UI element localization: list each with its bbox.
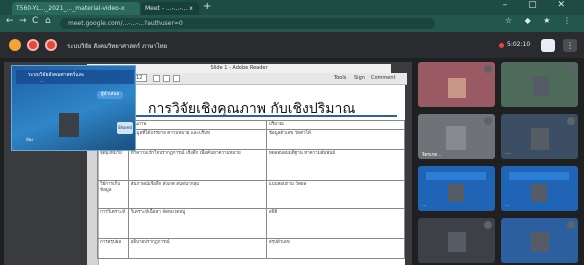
participant-name: .... <box>505 151 511 156</box>
address-bar-row: ← → C ⌂ meet.google.com/...-...-...?auth… <box>0 15 584 32</box>
banner-subtitle: ... <box>40 78 44 83</box>
mic-icon <box>567 65 575 73</box>
participant-tile[interactable]: .... <box>501 114 578 159</box>
browser-tab-bar: T560-YL..._2021_..._material-video-x Mee… <box>0 0 584 15</box>
tab-label: T560-YL..._2021_..._material-video-x <box>16 5 125 12</box>
banner <box>426 172 486 180</box>
tools-menu[interactable]: Tools <box>334 75 346 81</box>
participant-tile[interactable] <box>418 62 495 107</box>
url-field[interactable]: meet.google.com/...-...-...?authuser=0 <box>60 18 435 29</box>
table-cell: จุดมุ่งหมาย <box>97 149 129 181</box>
blurred-face <box>448 232 466 252</box>
self-view-name: ห้อง <box>26 137 33 142</box>
new-tab-button[interactable]: + <box>203 1 211 12</box>
participant-tile[interactable]: ... <box>501 166 578 211</box>
fit-page-icon[interactable] <box>173 75 180 82</box>
shared-chip: Shared <box>117 122 133 134</box>
more-options-button[interactable]: ⋮ <box>563 39 577 52</box>
browser-tab-meet[interactable]: Meet - ...-...-... x <box>141 2 199 15</box>
participant-tile[interactable]: ... <box>418 166 495 211</box>
table-row: วิธีการเก็บข้อมูล สัมภาษณ์เชิงลึก สังเกต… <box>97 180 406 209</box>
table-cell: การสรุปผล <box>97 238 129 259</box>
zoom-in-icon[interactable] <box>163 75 170 82</box>
blurred-face <box>531 184 547 202</box>
home-icon[interactable]: ⌂ <box>45 16 51 26</box>
blurred-face <box>448 184 464 202</box>
zoom-out-icon[interactable] <box>153 75 160 82</box>
sign-menu[interactable]: Sign <box>354 75 365 81</box>
reload-icon[interactable]: C <box>32 16 38 26</box>
participant-tile[interactable] <box>501 218 578 263</box>
blurred-face <box>531 232 549 252</box>
table-header: คุณภาพ <box>127 120 267 130</box>
table-cell: การวิเคราะห์ <box>97 208 129 239</box>
table-cell: วิเคราะห์เนื้อหา จัดหมวดหมู่ <box>127 208 267 239</box>
meeting-title: ระบบวิจัย สังคมวิทยาศาสตร์ ภาษาไทย <box>67 43 168 50</box>
mic-icon <box>567 117 575 125</box>
meet-header: ระบบวิจัย สังคมวิทยาศาสตร์ ภาษาไทย 5:02:… <box>0 32 584 58</box>
table-cell: ทดสอบสมมติฐาน หาความสัมพันธ์ <box>265 149 406 181</box>
forward-icon[interactable]: → <box>19 16 27 26</box>
table-cell: สรุปตัวเลข <box>265 238 406 259</box>
participant-name: ... <box>505 203 510 208</box>
table-row: คุณภาพ ปริมาณ <box>97 120 406 130</box>
window-controls[interactable]: – ▢ ✕ <box>503 0 574 10</box>
mic-icon <box>484 65 492 73</box>
table-cell: ทำความเข้าใจปรากฏการณ์ เชิงลึก เพื่อค้นห… <box>127 149 267 181</box>
blurred-face <box>448 78 466 98</box>
comment-menu[interactable]: Comment <box>371 75 396 81</box>
table-header: ปริมาณ <box>265 120 406 130</box>
table-cell: แบบสอบถาม วัดผล <box>265 180 406 209</box>
participant-tile[interactable] <box>501 62 578 107</box>
comparison-table: คุณภาพ ปริมาณ ข้อมูลที่ได้บรรยาย ความหมา… <box>97 120 406 259</box>
mic-icon <box>484 221 492 229</box>
layout-toggle-button[interactable] <box>541 39 555 52</box>
table-row: จุดมุ่งหมาย ทำความเข้าใจปรากฏการณ์ เชิงล… <box>97 149 406 181</box>
extension-icons[interactable]: ☆ ◆ ★ ⋮ <box>505 16 576 25</box>
back-icon[interactable]: ← <box>6 16 14 26</box>
hand-icon[interactable] <box>9 39 21 51</box>
participant-name: จิตรเกต... <box>422 153 442 158</box>
table-cell: ข้อมูลที่ได้บรรยาย ความหมาย และบริบท <box>127 129 267 150</box>
mic-off-icon[interactable] <box>27 39 39 51</box>
participant-tile[interactable] <box>418 218 495 263</box>
blurred-face <box>533 76 549 96</box>
banner <box>509 172 569 180</box>
banner-title: ระบบวิจัยสังคมศาสตร์และ <box>28 72 85 78</box>
table-row: การวิเคราะห์ วิเคราะห์เนื้อหา จัดหมวดหมู… <box>97 208 406 239</box>
table-row: ข้อมูลที่ได้บรรยาย ความหมาย และบริบท ข้อ… <box>97 129 406 150</box>
blurred-face <box>446 126 466 150</box>
mic-icon <box>567 221 575 229</box>
table-cell: สัมภาษณ์เชิงลึก สังเกต สนทนากลุ่ม <box>127 180 267 209</box>
recording-dot-icon <box>499 43 504 48</box>
participant-name: ... <box>422 203 427 208</box>
mic-icon <box>484 117 492 125</box>
tab-label: Meet - ...-...-... x <box>145 5 193 12</box>
table-cell: อธิบายปรากฏการณ์ <box>127 238 267 259</box>
camera-off-icon[interactable] <box>45 39 57 51</box>
table-cell: สถิติ <box>265 208 406 239</box>
table-cell: ข้อมูลตัวเลข วัดค่าได้ <box>265 129 406 150</box>
presenter-badge: ผู้นำเสนอ <box>97 91 123 99</box>
recording-time: 5:02:10 <box>507 41 531 48</box>
blurred-face <box>59 113 79 137</box>
table-cell: วิธีการเก็บข้อมูล <box>97 180 129 209</box>
blurred-face <box>531 128 549 150</box>
title-underline <box>112 115 397 117</box>
participant-tile[interactable]: จิตรเกต... <box>418 114 495 159</box>
browser-tab-pdf[interactable]: T560-YL..._2021_..._material-video-x <box>12 2 140 15</box>
table-row: การสรุปผล อธิบายปรากฏการณ์ สรุปตัวเลข <box>97 238 406 259</box>
